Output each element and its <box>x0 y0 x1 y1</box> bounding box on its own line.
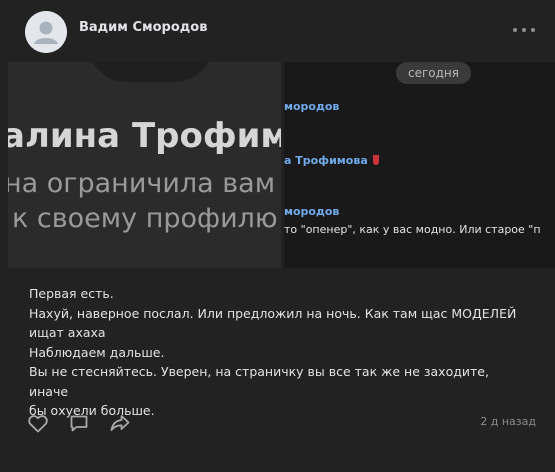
attachment-profile-name: алина Трофимо <box>8 116 281 156</box>
post-text-line: ищат ахаха <box>29 325 106 340</box>
chat-sender-name: а Трофимова <box>284 154 379 167</box>
post-card: Вадим Смородов алина Трофимо на ограничи… <box>0 0 555 472</box>
like-icon[interactable] <box>26 411 50 435</box>
avatar[interactable] <box>25 11 67 53</box>
chat-sender-name: мородов <box>284 205 340 218</box>
attachment-image-right[interactable]: сегодня мородов а Трофимова мородов то "… <box>284 62 555 268</box>
attachment-image-left[interactable]: алина Трофимо на ограничила вам к своему… <box>8 62 281 268</box>
share-icon[interactable] <box>108 411 132 435</box>
post-text: Первая есть. Нахуй, наверное послал. Или… <box>29 284 529 421</box>
more-horizontal-icon[interactable] <box>513 20 535 40</box>
chat-sender-name: мородов <box>284 100 340 113</box>
profile-photo-fragment <box>88 62 213 82</box>
attachment-notice-line-2: к своему профилю <box>12 203 278 234</box>
post-text-line: Нахуй, наверное послал. Или предложил на… <box>29 305 517 321</box>
default-avatar-icon <box>25 11 67 53</box>
chat-message-text: то "опенер", как у вас модно. Или старое… <box>284 223 541 236</box>
post-header: Вадим Смородов <box>0 0 555 60</box>
chat-sender-name-text: а Трофимова <box>284 154 368 167</box>
post-text-line: Вы не стесняйтесь. Уверен, на страничку … <box>29 364 493 399</box>
post-text-line: Первая есть. <box>29 286 114 301</box>
wine-glass-icon <box>372 155 379 165</box>
comment-icon[interactable] <box>67 411 91 435</box>
post-timestamp[interactable]: 2 д назад <box>480 415 536 428</box>
attachment-notice-line-1: на ограничила вам <box>8 168 276 199</box>
post-text-line: Наблюдаем дальше. <box>29 344 165 360</box>
post-text-line: бы охуели больше. <box>29 403 155 418</box>
author-name[interactable]: Вадим Смородов <box>79 20 207 35</box>
date-separator: сегодня <box>396 62 471 84</box>
